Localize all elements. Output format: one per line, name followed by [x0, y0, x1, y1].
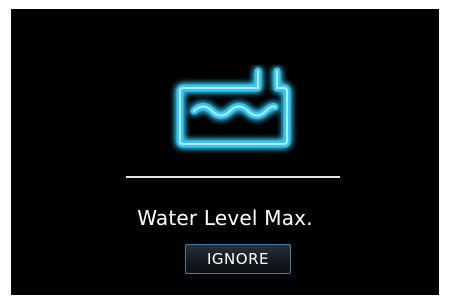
divider [126, 176, 340, 178]
alert-message: Water Level Max. [137, 206, 313, 230]
alert-screen: Water Level Max. IGNORE [11, 9, 439, 295]
ignore-button[interactable]: IGNORE [185, 244, 291, 274]
water-tank-icon [176, 67, 291, 148]
